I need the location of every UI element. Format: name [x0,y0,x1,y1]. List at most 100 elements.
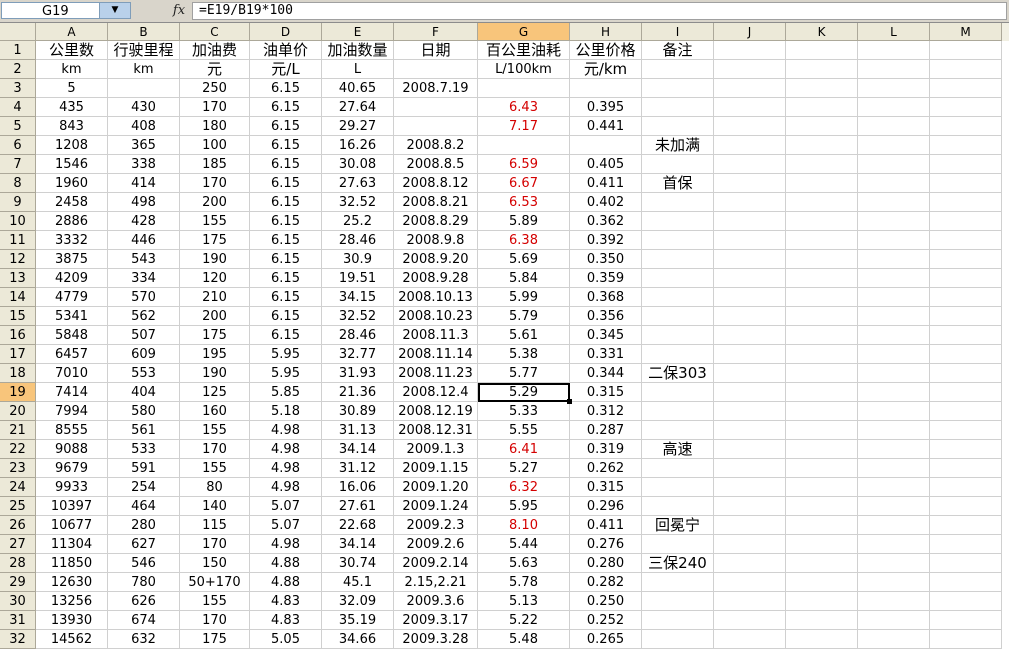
row-header[interactable]: 12 [0,250,36,269]
cell-l17[interactable] [858,345,930,364]
cell-b2[interactable]: km [108,60,180,79]
cell-f27[interactable]: 2009.2.6 [394,535,478,554]
cell-j31[interactable] [714,611,786,630]
cell-i28[interactable]: 三保240 [642,554,714,573]
cell-k19[interactable] [786,383,858,402]
cell-h32[interactable]: 0.265 [570,630,642,649]
fill-handle[interactable] [567,399,572,404]
cell-j1[interactable] [714,41,786,60]
cell-j10[interactable] [714,212,786,231]
cell-i3[interactable] [642,79,714,98]
cell-i25[interactable] [642,497,714,516]
cell-b32[interactable]: 632 [108,630,180,649]
cell-a29[interactable]: 12630 [36,573,108,592]
column-header-h[interactable]: H [570,23,642,41]
cell-j11[interactable] [714,231,786,250]
cell-b28[interactable]: 546 [108,554,180,573]
cell-l9[interactable] [858,193,930,212]
cell-k18[interactable] [786,364,858,383]
cell-f10[interactable]: 2008.8.29 [394,212,478,231]
cell-i18[interactable]: 二保303 [642,364,714,383]
cell-b25[interactable]: 464 [108,497,180,516]
cell-m21[interactable] [930,421,1002,440]
cell-m15[interactable] [930,307,1002,326]
cell-l18[interactable] [858,364,930,383]
cell-h18[interactable]: 0.344 [570,364,642,383]
column-header-j[interactable]: J [714,23,786,41]
cell-j28[interactable] [714,554,786,573]
cell-h11[interactable]: 0.392 [570,231,642,250]
cell-g31[interactable]: 5.22 [478,611,570,630]
cell-h9[interactable]: 0.402 [570,193,642,212]
cell-k21[interactable] [786,421,858,440]
cell-k20[interactable] [786,402,858,421]
cell-i4[interactable] [642,98,714,117]
row-header[interactable]: 28 [0,554,36,573]
cell-m13[interactable] [930,269,1002,288]
cell-l7[interactable] [858,155,930,174]
cell-g12[interactable]: 5.69 [478,250,570,269]
cell-j12[interactable] [714,250,786,269]
row-header[interactable]: 23 [0,459,36,478]
cell-b12[interactable]: 543 [108,250,180,269]
cell-d13[interactable]: 6.15 [250,269,322,288]
cell-d9[interactable]: 6.15 [250,193,322,212]
cell-g24[interactable]: 6.32 [478,478,570,497]
cell-b7[interactable]: 338 [108,155,180,174]
cell-e22[interactable]: 34.14 [322,440,394,459]
row-header[interactable]: 7 [0,155,36,174]
cell-d22[interactable]: 4.98 [250,440,322,459]
row-header[interactable]: 11 [0,231,36,250]
column-header-a[interactable]: A [36,23,108,41]
cell-f2[interactable] [394,60,478,79]
cell-b4[interactable]: 430 [108,98,180,117]
cell-e30[interactable]: 32.09 [322,592,394,611]
cell-j9[interactable] [714,193,786,212]
cell-f17[interactable]: 2008.11.14 [394,345,478,364]
cell-k7[interactable] [786,155,858,174]
cell-e15[interactable]: 32.52 [322,307,394,326]
cell-c12[interactable]: 190 [180,250,250,269]
cell-f25[interactable]: 2009.1.24 [394,497,478,516]
cell-k24[interactable] [786,478,858,497]
cell-a2[interactable]: km [36,60,108,79]
cell-a5[interactable]: 843 [36,117,108,136]
cell-d31[interactable]: 4.83 [250,611,322,630]
cell-j24[interactable] [714,478,786,497]
cell-a16[interactable]: 5848 [36,326,108,345]
cell-f11[interactable]: 2008.9.8 [394,231,478,250]
cell-g18[interactable]: 5.77 [478,364,570,383]
cell-i20[interactable] [642,402,714,421]
column-header-g[interactable]: G [478,23,570,41]
cell-b11[interactable]: 446 [108,231,180,250]
column-header-b[interactable]: B [108,23,180,41]
row-header[interactable]: 27 [0,535,36,554]
cell-i12[interactable] [642,250,714,269]
cell-g14[interactable]: 5.99 [478,288,570,307]
cell-d23[interactable]: 4.98 [250,459,322,478]
cell-m4[interactable] [930,98,1002,117]
row-header[interactable]: 30 [0,592,36,611]
cell-h3[interactable] [570,79,642,98]
cell-c9[interactable]: 200 [180,193,250,212]
cell-g13[interactable]: 5.84 [478,269,570,288]
cell-c6[interactable]: 100 [180,136,250,155]
cell-d27[interactable]: 4.98 [250,535,322,554]
row-header[interactable]: 3 [0,79,36,98]
cell-m9[interactable] [930,193,1002,212]
cell-k10[interactable] [786,212,858,231]
cell-l14[interactable] [858,288,930,307]
cell-i7[interactable] [642,155,714,174]
cell-g8[interactable]: 6.67 [478,174,570,193]
cell-j32[interactable] [714,630,786,649]
cell-f30[interactable]: 2009.3.6 [394,592,478,611]
cell-b18[interactable]: 553 [108,364,180,383]
cell-k8[interactable] [786,174,858,193]
cell-g7[interactable]: 6.59 [478,155,570,174]
cell-k25[interactable] [786,497,858,516]
cell-d24[interactable]: 4.98 [250,478,322,497]
cell-m25[interactable] [930,497,1002,516]
row-header[interactable]: 17 [0,345,36,364]
cell-l22[interactable] [858,440,930,459]
cell-l24[interactable] [858,478,930,497]
